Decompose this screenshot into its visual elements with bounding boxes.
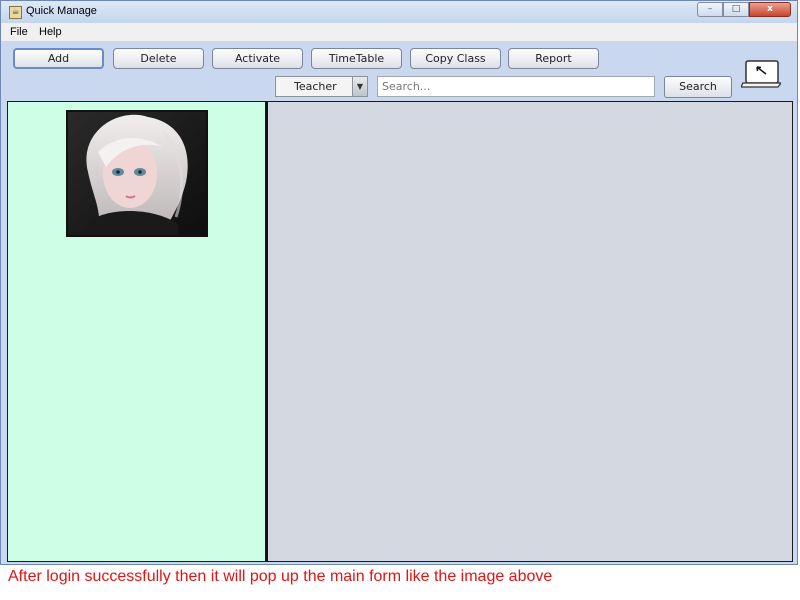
search-button[interactable]: Search xyxy=(664,76,732,98)
search-input[interactable] xyxy=(377,76,655,97)
laptop-arrow-icon[interactable] xyxy=(740,59,783,89)
menu-help[interactable]: Help xyxy=(39,26,62,38)
menu-bar: File Help xyxy=(1,23,797,42)
menu-file[interactable]: File xyxy=(10,26,28,38)
minimize-button[interactable]: – xyxy=(697,2,723,17)
activate-button[interactable]: Activate xyxy=(212,48,303,69)
caption-text: After login successfully then it will po… xyxy=(8,568,553,585)
delete-button[interactable]: Delete xyxy=(113,48,204,69)
window-controls: – □ x xyxy=(697,2,791,18)
role-select-value: Teacher xyxy=(294,80,337,93)
toolbar: Add Delete Activate TimeTable Copy Class… xyxy=(1,42,797,100)
add-button[interactable]: Add xyxy=(13,48,104,69)
chevron-down-icon[interactable]: ▼ xyxy=(352,77,367,96)
timetable-button[interactable]: TimeTable xyxy=(311,48,402,69)
report-button[interactable]: Report xyxy=(508,48,599,69)
role-select[interactable]: Teacher ▼ xyxy=(275,76,368,97)
content-panel xyxy=(266,101,793,562)
maximize-button[interactable]: □ xyxy=(723,2,749,17)
copy-class-button[interactable]: Copy Class xyxy=(410,48,501,69)
java-app-icon: ☕ xyxy=(9,6,22,19)
profile-panel xyxy=(7,101,266,562)
title-bar[interactable]: ☕ Quick Manage – □ x xyxy=(1,1,797,23)
close-button[interactable]: x xyxy=(749,2,791,17)
avatar xyxy=(66,110,208,237)
window-title: Quick Manage xyxy=(26,5,97,17)
